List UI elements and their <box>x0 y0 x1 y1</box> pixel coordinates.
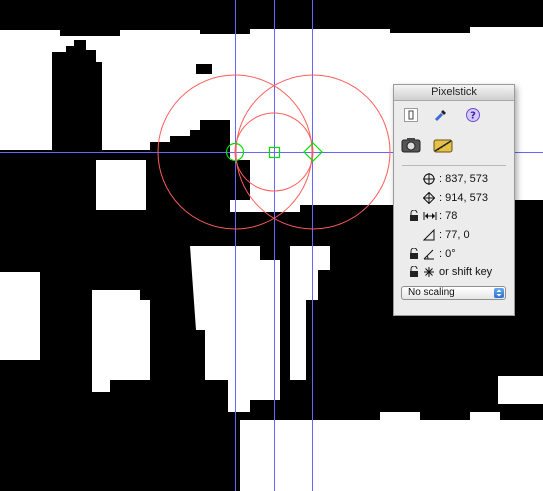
scaling-select[interactable]: No scaling <box>401 286 506 300</box>
svg-text:?: ? <box>470 111 476 122</box>
pointer-icon[interactable] <box>402 107 420 123</box>
angle-lock-icon[interactable] <box>409 247 419 263</box>
delta-value: : 77, 0 <box>439 229 470 241</box>
constraint-label: or shift key <box>439 266 493 278</box>
tool-row-2 <box>394 135 514 155</box>
distance-lock-icon[interactable] <box>409 209 419 225</box>
end-point-value: : 914, 573 <box>439 192 488 204</box>
constraint-lock-icon[interactable] <box>409 265 419 281</box>
end-point-row: : 914, 573 <box>394 191 514 207</box>
pixelstick-panel: Pixelstick ?: 837, 573: 914, 573: 78 … <box>393 84 515 316</box>
panel-divider <box>402 165 506 166</box>
ruler-camera-icon[interactable] <box>432 135 454 155</box>
constraint-row: or shift key <box>394 265 514 281</box>
distance-arrows-icon <box>423 210 437 225</box>
start-point-row: : 837, 573 <box>394 172 514 188</box>
panel-title: Pixelstick <box>394 85 514 101</box>
camera-icon[interactable] <box>400 135 422 155</box>
eyedropper-icon[interactable] <box>432 107 450 123</box>
triangle-icon <box>422 228 435 244</box>
crosshair-circle-icon <box>423 173 435 188</box>
dropdown-stepper-icon[interactable] <box>494 288 504 298</box>
asterisk-icon <box>423 266 435 281</box>
start-point-value: : 837, 573 <box>439 173 488 185</box>
distance-row: : 78 <box>394 209 514 225</box>
tool-row-1: ? <box>394 107 514 127</box>
delta-row: : 77, 0 <box>394 228 514 244</box>
distance-value: : 78 <box>439 210 458 222</box>
angle-value: : 0° <box>439 248 456 260</box>
angle-icon <box>423 248 435 263</box>
angle-row: : 0° <box>394 247 514 263</box>
scaling-selected-value: No scaling <box>408 287 455 298</box>
crosshair-diamond-icon <box>422 191 436 207</box>
help-icon[interactable]: ? <box>464 107 482 123</box>
